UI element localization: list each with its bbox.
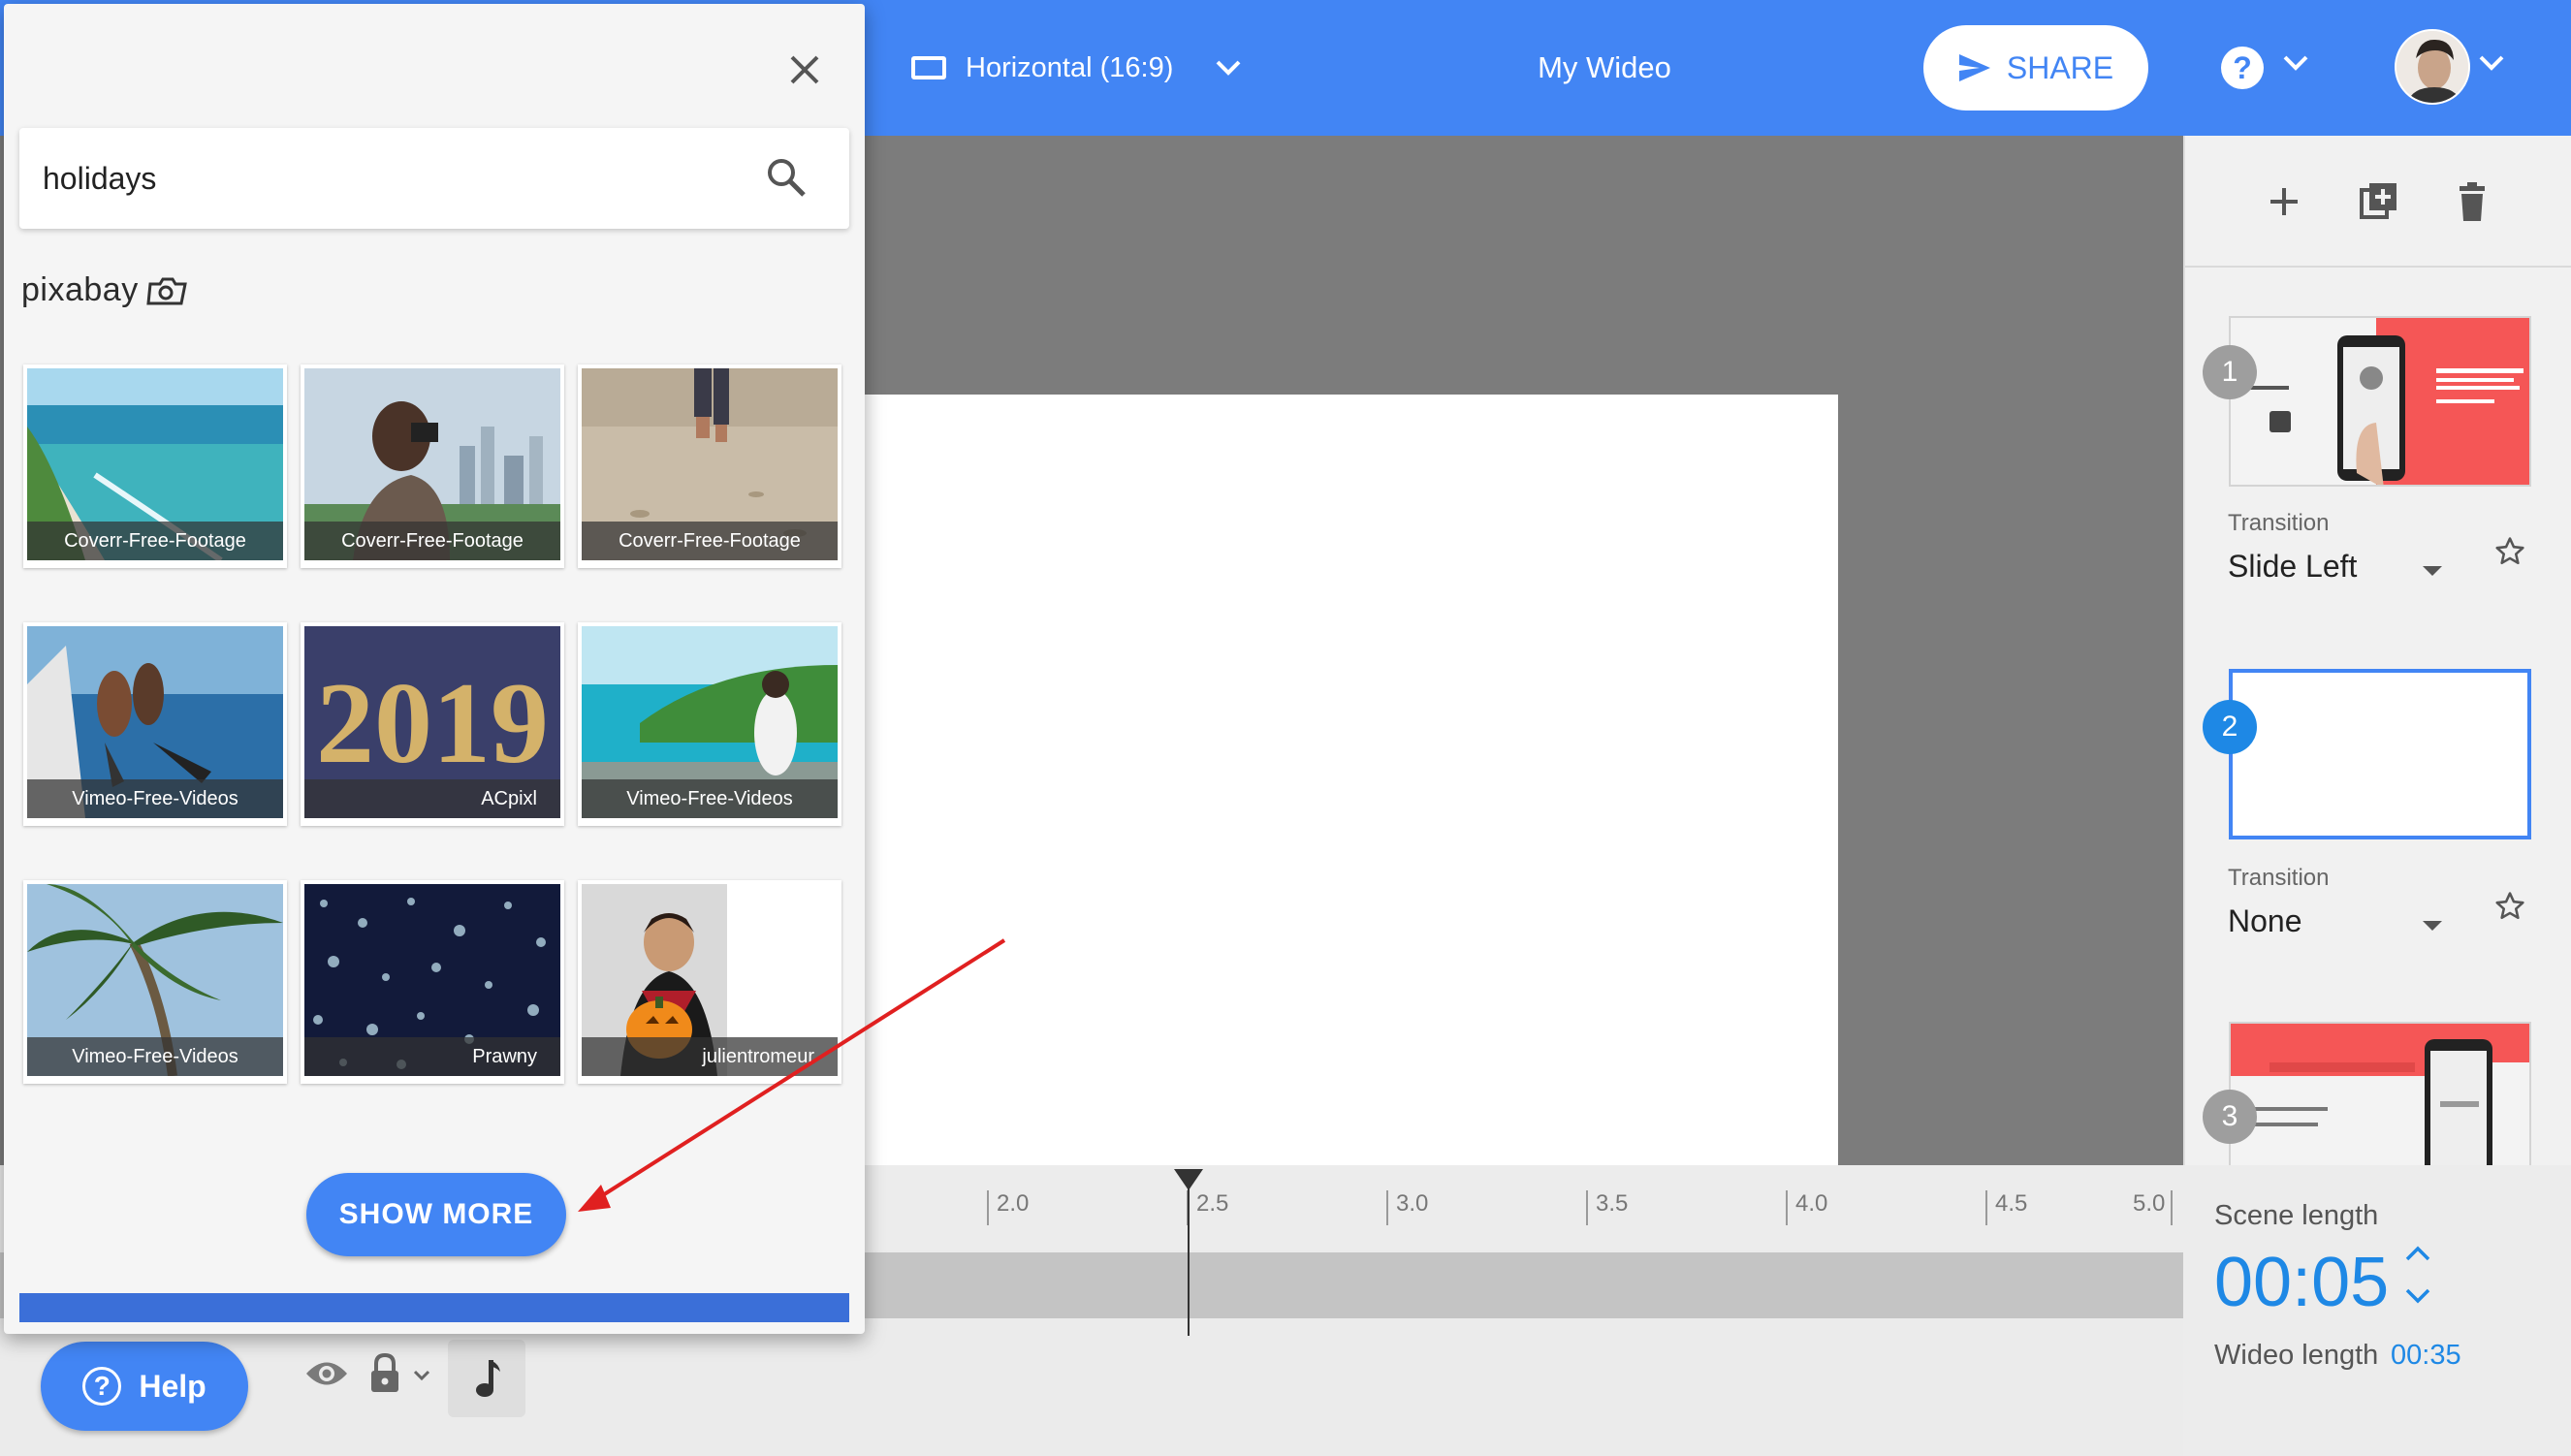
scene-number-badge: 1 xyxy=(2203,345,2257,399)
result-author: Vimeo-Free-Videos xyxy=(582,779,838,818)
result-author: Coverr-Free-Footage xyxy=(304,522,560,560)
search-input[interactable] xyxy=(43,153,741,204)
chevron-down-icon[interactable] xyxy=(2283,55,2308,76)
ruler-tick: 3.5 xyxy=(1586,1190,1628,1225)
media-result-card[interactable]: 2019 ACpixl xyxy=(301,622,564,826)
media-result-card[interactable]: Coverr-Free-Footage xyxy=(578,364,841,568)
transition-select[interactable]: None xyxy=(2228,903,2302,939)
scene-length-panel: Scene length 00:05 Wideo length 00:35 xyxy=(2183,1165,2571,1456)
music-note-icon[interactable] xyxy=(448,1340,525,1417)
screen-icon xyxy=(911,56,946,79)
share-button[interactable]: SHARE xyxy=(1923,25,2148,111)
media-result-card[interactable]: Coverr-Free-Footage xyxy=(301,364,564,568)
star-icon[interactable] xyxy=(2493,890,2526,928)
duplicate-scene-icon[interactable] xyxy=(2356,178,2402,225)
ruler-tick: 4.0 xyxy=(1786,1190,1827,1225)
result-author: Prawny xyxy=(304,1037,560,1076)
provider-logo: pixabay xyxy=(21,271,189,309)
show-more-button[interactable]: SHOW MORE xyxy=(306,1173,566,1256)
wideo-length-value: 00:35 xyxy=(2391,1340,2461,1371)
delete-scene-icon[interactable] xyxy=(2449,178,2495,225)
wideo-title[interactable]: My Wideo xyxy=(1454,47,1755,89)
ruler-tick: 3.0 xyxy=(1386,1190,1428,1225)
scene-length-label: Scene length xyxy=(2214,1200,2379,1231)
camera-icon xyxy=(146,277,187,304)
chevron-down-icon[interactable] xyxy=(2479,55,2504,76)
result-author: Coverr-Free-Footage xyxy=(27,522,283,560)
result-author: Coverr-Free-Footage xyxy=(582,522,838,560)
send-icon xyxy=(1958,54,1990,81)
help-button[interactable]: ? Help xyxy=(41,1342,248,1431)
scene-length-value[interactable]: 00:05 xyxy=(2214,1243,2389,1322)
ruler-tick: 2.0 xyxy=(987,1190,1029,1225)
media-result-card[interactable]: Vimeo-Free-Videos xyxy=(23,622,287,826)
scene-thumbnail-2[interactable] xyxy=(2229,669,2531,839)
chevron-down-icon[interactable] xyxy=(2404,1287,2431,1310)
scene-thumbnail-3[interactable] xyxy=(2229,1022,2531,1165)
panel-scroll-indicator xyxy=(19,1293,849,1322)
provider-name: pixabay xyxy=(21,271,139,308)
media-search-popup: pixabay Coverr-Free-Footage xyxy=(4,4,865,1334)
share-label: SHARE xyxy=(2006,49,2114,85)
playhead-handle[interactable] xyxy=(1174,1169,1203,1190)
result-author: ACpixl xyxy=(304,779,560,818)
media-result-card[interactable]: Prawny xyxy=(301,880,564,1084)
media-result-card[interactable]: Vimeo-Free-Videos xyxy=(23,880,287,1084)
playhead[interactable] xyxy=(1188,1169,1190,1336)
caret-down-icon[interactable] xyxy=(2423,566,2442,576)
help-menu-icon[interactable]: ? xyxy=(2221,47,2264,89)
result-author: Vimeo-Free-Videos xyxy=(27,779,283,818)
scene-number-badge: 3 xyxy=(2203,1090,2257,1144)
year-text: 2019 xyxy=(316,658,549,787)
ruler-tick: 2.5 xyxy=(1187,1190,1228,1225)
scenes-panel: 1 Transition Slide Left 2 Transition Non… xyxy=(2183,136,2571,1165)
media-result-card[interactable]: Vimeo-Free-Videos xyxy=(578,622,841,826)
media-result-card[interactable]: julientromeur xyxy=(578,880,841,1084)
close-icon[interactable] xyxy=(787,52,822,92)
avatar[interactable] xyxy=(2395,29,2470,105)
ruler-tick: 5.0 xyxy=(2133,1190,2174,1225)
wideo-length-label: Wideo length xyxy=(2214,1340,2379,1371)
help-label: Help xyxy=(139,1368,206,1404)
orientation-label: Horizontal (16:9) xyxy=(966,51,1174,83)
media-result-card[interactable]: Coverr-Free-Footage xyxy=(23,364,287,568)
transition-label: Transition xyxy=(2228,865,2330,891)
slide-canvas[interactable] xyxy=(849,395,1838,1168)
orientation-selector[interactable]: Horizontal (16:9) xyxy=(911,47,1241,89)
chevron-down-icon xyxy=(1216,60,1241,76)
star-icon[interactable] xyxy=(2493,535,2526,573)
scene-toolbar xyxy=(2185,136,2571,268)
search-icon[interactable] xyxy=(766,157,807,203)
search-box xyxy=(19,128,849,229)
scene-thumbnail-1[interactable] xyxy=(2229,316,2531,487)
result-author: Vimeo-Free-Videos xyxy=(27,1037,283,1076)
transition-label: Transition xyxy=(2228,510,2330,536)
add-scene-icon[interactable] xyxy=(2261,178,2307,225)
scene-number-badge: 2 xyxy=(2203,700,2257,754)
help-icon: ? xyxy=(82,1367,122,1406)
chevron-down-icon[interactable] xyxy=(413,1369,430,1386)
result-author: julientromeur xyxy=(582,1037,838,1076)
transition-select[interactable]: Slide Left xyxy=(2228,549,2357,585)
chevron-up-icon[interactable] xyxy=(2404,1245,2431,1267)
caret-down-icon[interactable] xyxy=(2423,921,2442,931)
lock-icon[interactable] xyxy=(368,1352,401,1399)
ruler-tick: 4.5 xyxy=(1985,1190,2027,1225)
eye-icon[interactable] xyxy=(304,1359,349,1393)
